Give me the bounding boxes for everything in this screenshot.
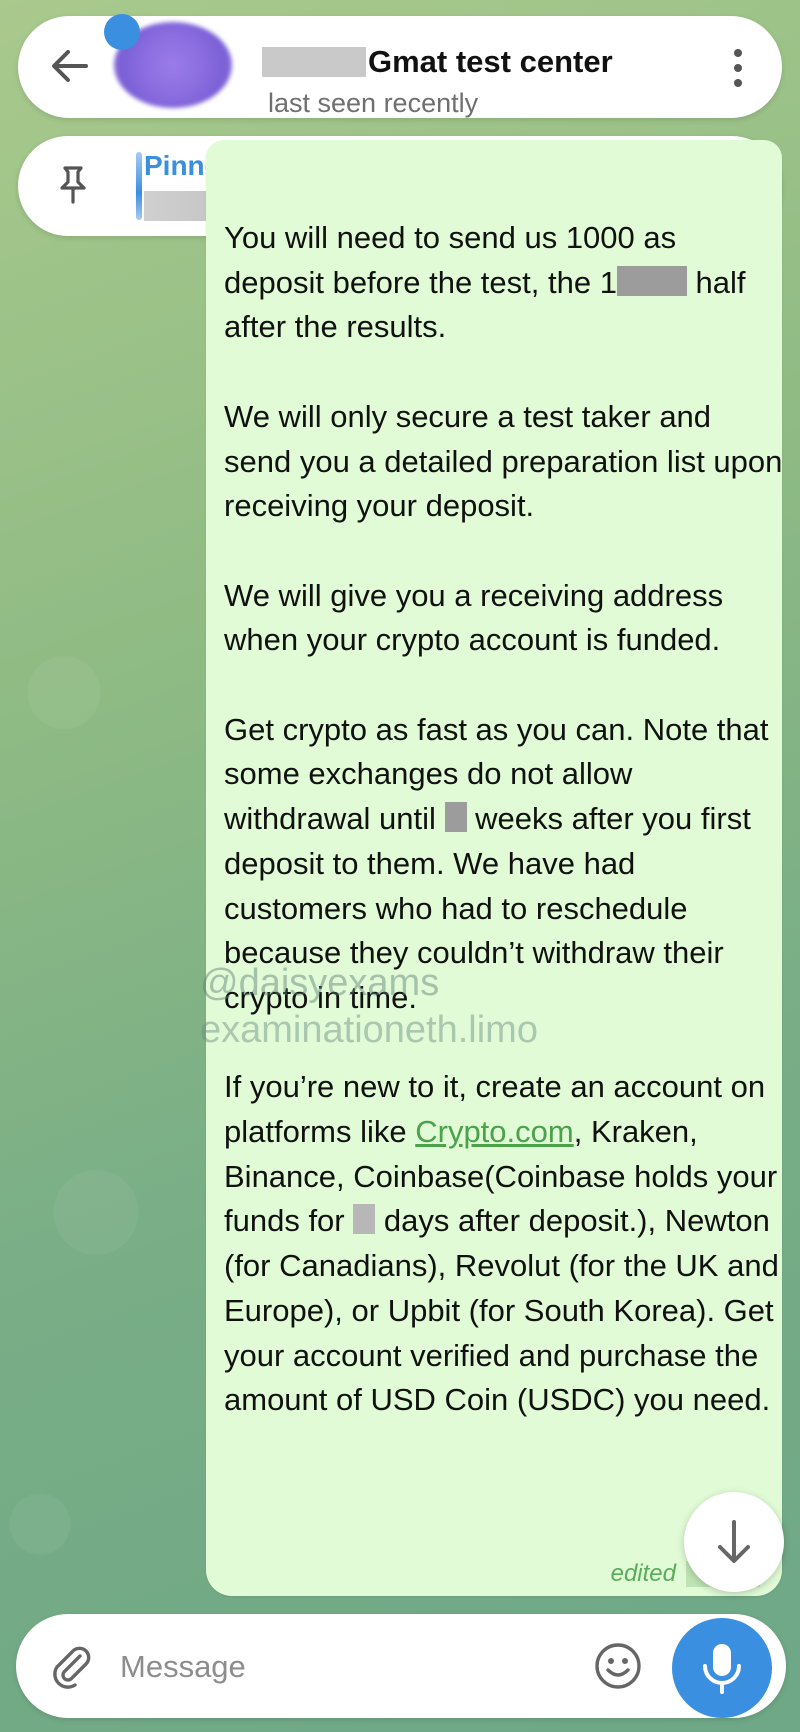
scroll-down-button[interactable] [684, 1492, 784, 1592]
paperclip-icon [53, 1646, 91, 1689]
back-button[interactable] [46, 42, 94, 90]
message-bubble[interactable]: You will need to send us 1000 as deposit… [206, 140, 782, 1596]
redacted-text [353, 1204, 376, 1235]
edited-label: edited [610, 1560, 676, 1587]
message-paragraph-deposit: You will need to send us 1000 as deposit… [224, 220, 746, 345]
message-paragraph-address: We will give you a receiving address whe… [224, 577, 724, 658]
message-paragraph-crypto-speed: Get crypto as fast as you can. Note that… [224, 711, 769, 1015]
smiley-icon [595, 1643, 641, 1689]
redacted-name [262, 47, 366, 77]
more-menu-button[interactable] [728, 46, 748, 90]
more-vertical-icon [734, 49, 742, 87]
crypto-com-link[interactable]: Crypto.com [415, 1114, 573, 1149]
arrow-left-icon [52, 50, 88, 82]
message-paragraph-secure: We will only secure a test taker and sen… [224, 398, 783, 524]
chat-title-row[interactable]: Gmat test center [262, 42, 613, 82]
message-text: You will need to send us 1000 as deposit… [224, 216, 784, 1468]
message-input-bar [16, 1614, 786, 1718]
pinned-accent-bar [136, 152, 142, 220]
redacted-text [616, 265, 687, 296]
avatar-badge [104, 14, 140, 50]
chat-title: Gmat test center [368, 44, 613, 79]
arrow-down-icon [718, 1520, 750, 1563]
message-input[interactable] [118, 1640, 592, 1694]
pin-icon [48, 160, 98, 210]
voice-record-button[interactable] [672, 1618, 772, 1718]
emoji-button[interactable] [592, 1640, 644, 1692]
chat-header: Gmat test center last seen recently [18, 14, 782, 118]
chat-status: last seen recently [268, 88, 479, 118]
microphone-icon [703, 1644, 741, 1694]
redacted-text [444, 802, 467, 833]
message-paragraph-platforms: If you’re new to it, create an account o… [224, 1069, 779, 1418]
attach-button[interactable] [46, 1642, 94, 1690]
